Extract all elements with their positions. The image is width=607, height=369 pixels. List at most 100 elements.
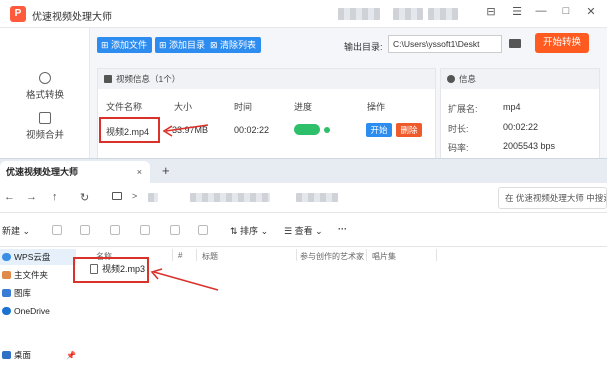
- add-file-label: 添加文件: [111, 40, 148, 50]
- more-icon[interactable]: ···: [338, 224, 347, 234]
- blurred-breadcrumb-2: [190, 193, 270, 202]
- breadcrumb-sep-icon: >: [132, 191, 138, 201]
- tab-close-icon[interactable]: ×: [137, 161, 142, 183]
- col-progress: 进度: [294, 102, 313, 112]
- blurred-user-info: [338, 8, 380, 20]
- home-icon: [2, 271, 11, 279]
- start-row-button[interactable]: 开始: [366, 123, 392, 137]
- chevron-down-icon: ⌄: [312, 226, 323, 236]
- gallery-icon: [2, 289, 11, 297]
- new-button[interactable]: 新建 ⌄: [2, 224, 30, 237]
- nav-item-onedrive[interactable]: OneDrive: [0, 303, 76, 319]
- feedback-icon[interactable]: ⊟: [483, 5, 499, 18]
- nav-item-desktop[interactable]: 桌面: [0, 347, 76, 363]
- progress-bar: [294, 124, 320, 135]
- info-bitrate-row: 码率: 2005543 bps: [448, 141, 555, 154]
- sort-icon: ⇅: [230, 226, 241, 236]
- add-file-icon: ⊞: [101, 40, 112, 50]
- nav-item-label: OneDrive: [14, 306, 50, 316]
- delete-row-button[interactable]: 删除: [396, 123, 422, 137]
- info-bitrate-label: 码率:: [448, 143, 469, 153]
- output-dir-label: 输出目录:: [344, 42, 383, 52]
- view-button[interactable]: ☰ 查看 ⌄: [284, 224, 323, 237]
- highlight-arrow-bottom: [150, 268, 219, 291]
- info-header: 信息: [441, 69, 599, 89]
- explorer-tab[interactable]: 优速视频处理大师 ×: [0, 161, 150, 183]
- app-titlebar: P 优速视频处理大师 ⊟ ☰ — □ ✕: [0, 0, 607, 28]
- sidebar-item-format-convert[interactable]: 格式转换: [0, 72, 90, 101]
- info-duration-row: 时长: 00:02:22: [448, 122, 538, 135]
- explorer-commandbar: 新建 ⌄ ⇅ 排序 ⌄ ☰ 查看 ⌄ ···: [0, 213, 607, 247]
- app-sidebar: 格式转换 视频合并: [0, 28, 90, 160]
- copy-icon[interactable]: [80, 225, 90, 235]
- explorer-search-input[interactable]: 在 优速视频处理大师 中搜索: [498, 187, 607, 209]
- highlight-source-box: [99, 117, 160, 143]
- app-title: 优速视频处理大师: [32, 12, 112, 23]
- output-dir-field[interactable]: C:\Users\yssoft1\Deskt: [388, 35, 502, 53]
- add-folder-icon: ⊞: [159, 40, 170, 50]
- start-convert-button[interactable]: 开始转换: [535, 33, 589, 53]
- clear-list-label: 清除列表: [220, 40, 257, 50]
- forward-icon[interactable]: →: [26, 191, 37, 203]
- explorer-tabbar: 优速视频处理大师 × +: [0, 159, 607, 183]
- clear-list-button[interactable]: ⊠ 清除列表: [206, 37, 262, 53]
- back-icon[interactable]: ←: [4, 191, 15, 203]
- sidebar-item-video-merge[interactable]: 视频合并: [0, 112, 90, 141]
- nav-item-label: WPS云盘: [14, 252, 51, 262]
- nav-item-home[interactable]: 主文件夹: [0, 267, 76, 283]
- explorer-navbar: ← → ↑ ↻ > 在 优速视频处理大师 中搜索: [0, 183, 607, 213]
- menu-icon[interactable]: ☰: [509, 5, 525, 18]
- col-file-name: 文件名称: [106, 102, 143, 112]
- add-file-button[interactable]: ⊞ 添加文件: [97, 37, 153, 53]
- share-icon[interactable]: [170, 225, 180, 235]
- refresh-icon[interactable]: ↻: [80, 191, 89, 204]
- up-icon[interactable]: ↑: [52, 191, 58, 203]
- add-folder-button[interactable]: ⊞ 添加目录: [155, 37, 211, 53]
- minimize-icon[interactable]: —: [533, 5, 549, 17]
- col-divider: [436, 249, 437, 261]
- info-ext-value: mp4: [503, 102, 521, 112]
- info-duration-label: 时长:: [448, 124, 469, 134]
- maximize-icon[interactable]: □: [558, 5, 574, 17]
- folder-icon[interactable]: [509, 39, 521, 48]
- sidebar-item-label: 格式转换: [25, 90, 64, 101]
- sort-label: 排序: [240, 226, 259, 236]
- cloud-icon: [2, 253, 11, 261]
- format-convert-icon: [39, 72, 51, 84]
- cut-icon[interactable]: [52, 225, 62, 235]
- col-title[interactable]: 标题: [202, 251, 218, 262]
- app-logo-icon: P: [10, 6, 26, 22]
- nav-item-wps-cloud[interactable]: WPS云盘: [0, 249, 76, 265]
- chevron-down-icon: ⌄: [258, 226, 269, 236]
- pin-icon[interactable]: 📌: [66, 351, 76, 360]
- info-bitrate-value: 2005543 bps: [503, 141, 556, 151]
- col-artist[interactable]: 参与创作的艺术家: [300, 251, 364, 262]
- row-duration: 00:02:22: [234, 125, 270, 135]
- nav-item-label: 图库: [14, 288, 32, 298]
- new-label: 新建: [2, 226, 21, 236]
- info-ext-label: 扩展名:: [448, 104, 478, 114]
- col-size: 大小: [174, 102, 193, 112]
- paste-icon[interactable]: [110, 225, 120, 235]
- col-time: 时间: [234, 102, 253, 112]
- view-label: 查看: [294, 226, 313, 236]
- col-number[interactable]: #: [178, 251, 182, 260]
- col-divider: [366, 249, 367, 261]
- explorer-tab-title: 优速视频处理大师: [6, 167, 79, 177]
- sort-button[interactable]: ⇅ 排序 ⌄: [230, 224, 268, 237]
- col-album[interactable]: 唱片集: [372, 251, 396, 262]
- close-icon[interactable]: ✕: [583, 5, 599, 18]
- highlight-arrow-top: [162, 124, 209, 137]
- delete-icon[interactable]: [198, 225, 208, 235]
- video-app-window: P 优速视频处理大师 ⊟ ☰ — □ ✕ 格式转换 视频合并 ⊞ 添加文件 ⊞ …: [0, 0, 607, 160]
- new-tab-icon[interactable]: +: [162, 163, 170, 178]
- sidebar-item-label: 视频合并: [25, 130, 64, 141]
- rename-icon[interactable]: [140, 225, 150, 235]
- nav-item-gallery[interactable]: 图库: [0, 285, 76, 301]
- blurred-user-info-2: [393, 8, 423, 20]
- video-merge-icon: [39, 112, 51, 124]
- computer-icon: [112, 192, 122, 200]
- video-info-title: 视频信息（1个）: [116, 74, 181, 84]
- col-action: 操作: [367, 102, 386, 112]
- highlight-output-box: [73, 257, 149, 283]
